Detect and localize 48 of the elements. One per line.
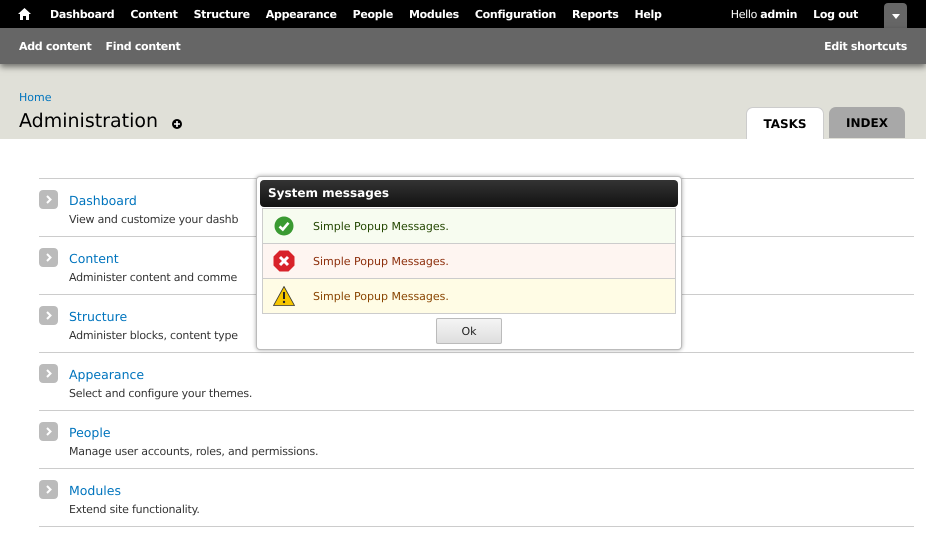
home-icon[interactable] — [18, 8, 31, 20]
chevron-icon — [39, 364, 58, 383]
item-link[interactable]: Content — [69, 251, 119, 266]
message-text: Simple Popup Messages. — [313, 290, 449, 302]
item-link[interactable]: Dashboard — [69, 193, 137, 208]
warning-icon — [273, 286, 295, 306]
menu-link[interactable]: Help — [634, 8, 662, 20]
greeting-text: Hello admin — [730, 8, 798, 20]
message-text: Simple Popup Messages. — [313, 254, 449, 268]
item-link[interactable]: Appearance — [69, 367, 144, 382]
dialog-title: System messages — [260, 180, 678, 207]
menu-link[interactable]: Structure — [194, 8, 250, 20]
chevron-icon — [39, 306, 58, 325]
chevron-icon — [39, 190, 58, 209]
tab[interactable]: INDEX — [829, 107, 905, 138]
error-icon — [273, 250, 295, 272]
chevron-icon — [39, 480, 58, 499]
add-shortcut-icon[interactable] — [172, 119, 182, 129]
shortcut-link[interactable]: Find content — [106, 40, 180, 52]
breadcrumb-link[interactable]: Home — [19, 91, 52, 104]
logout-link[interactable]: Log out — [813, 8, 858, 20]
item-link[interactable]: Modules — [69, 483, 121, 498]
menu-link[interactable]: Dashboard — [50, 8, 114, 20]
chevron-icon — [39, 248, 58, 267]
menu-link[interactable]: Reports — [572, 8, 618, 20]
menu-link[interactable]: Content — [130, 8, 178, 20]
menu-link[interactable]: Appearance — [266, 8, 337, 20]
menu-link[interactable]: Configuration — [474, 8, 556, 20]
item-description: Extend site functionality. — [69, 503, 200, 516]
item-description: View and customize your dashb — [69, 213, 238, 226]
menu-link[interactable]: People — [352, 8, 393, 20]
shortcut-link[interactable]: Add content — [19, 40, 92, 52]
item-description: Administer content and comme — [69, 271, 238, 284]
drawer-toggle-button[interactable] — [884, 3, 907, 29]
item-link[interactable]: People — [69, 425, 111, 440]
menu-link[interactable]: Modules — [409, 8, 459, 20]
item-link[interactable]: Structure — [69, 309, 128, 324]
edit-shortcuts-link[interactable]: Edit shortcuts — [824, 40, 907, 52]
chevron-icon — [39, 422, 58, 441]
caret-icon — [892, 14, 900, 18]
ok-button[interactable]: Ok — [436, 318, 502, 344]
tab[interactable]: TASKS — [746, 107, 824, 139]
check-icon — [273, 216, 295, 236]
item-description: Select and configure your themes. — [69, 387, 252, 400]
message-text: Simple Popup Messages. — [313, 220, 449, 232]
item-description: Manage user accounts, roles, and permissions. — [69, 445, 318, 458]
page-title: Administration — [19, 110, 158, 132]
item-description: Administer blocks, content type — [69, 329, 238, 342]
